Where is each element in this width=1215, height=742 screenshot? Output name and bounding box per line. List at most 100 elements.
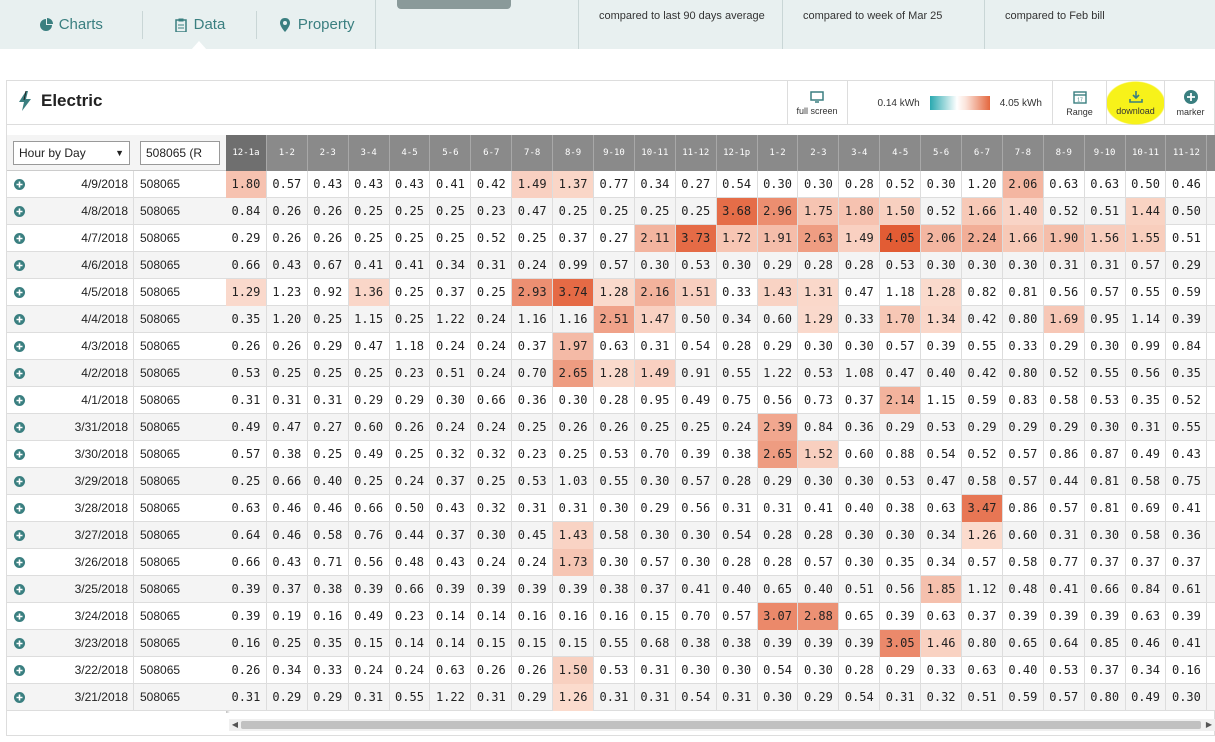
expand-row-icon[interactable]: [7, 684, 31, 711]
expand-row-icon[interactable]: [7, 522, 31, 549]
usage-cell: 0.14: [390, 630, 431, 657]
usage-cell: 0.26: [390, 414, 431, 441]
usage-cell: 0.25: [471, 468, 513, 495]
usage-cell: 0.25: [390, 441, 431, 468]
usage-cell: 0.66: [226, 252, 267, 279]
usage-cell: 0.23: [512, 441, 554, 468]
usage-cell: 0.26: [267, 333, 308, 360]
usage-cell: 0.64: [1044, 630, 1085, 657]
fullscreen-button[interactable]: full screen: [786, 81, 847, 125]
usage-cell: 0.47: [512, 198, 554, 225]
usage-cell: 0.24: [471, 414, 513, 441]
usage-cell: 0.81: [1085, 468, 1126, 495]
usage-cell: 0.24: [430, 414, 472, 441]
usage-cell: 2.11: [634, 225, 676, 252]
usage-cell: 0.28: [839, 657, 881, 684]
view-select[interactable]: Hour by Day ▼: [13, 140, 130, 165]
expand-row-icon[interactable]: [7, 657, 31, 684]
usage-cell: 0.57: [798, 549, 840, 576]
expand-row-icon[interactable]: [7, 171, 31, 198]
marker-button[interactable]: marker: [1164, 81, 1215, 125]
usage-cell: 1.43: [553, 522, 595, 549]
usage-cell: 0.58: [1126, 468, 1167, 495]
tab-property[interactable]: Property: [257, 0, 375, 49]
usage-cell: 0.65: [839, 603, 881, 630]
expand-row-icon[interactable]: [7, 576, 31, 603]
scroll-left-icon[interactable]: ◀: [229, 719, 241, 731]
usage-cell: 2.63: [798, 225, 840, 252]
expand-row-icon[interactable]: [7, 279, 31, 306]
tab-charts[interactable]: Charts: [0, 0, 142, 49]
usage-cell: 0.54: [676, 684, 717, 711]
expand-row-icon[interactable]: [7, 495, 31, 522]
usage-cell: 0.34: [1126, 657, 1167, 684]
hour-header: 1-2: [758, 135, 799, 171]
usage-cell: 0.84: [1126, 576, 1167, 603]
horizontal-scrollbar[interactable]: ◀ ▶: [229, 719, 1215, 731]
usage-cell: 0.30: [676, 657, 717, 684]
expand-row-icon[interactable]: [7, 198, 31, 225]
usage-cell: 0.39: [839, 630, 881, 657]
expand-row-icon[interactable]: [7, 468, 31, 495]
hour-header: 4-5: [880, 135, 922, 171]
usage-cell: 2.65: [553, 360, 595, 387]
usage-cell: 0.38: [308, 576, 349, 603]
usage-cell: 0.37: [512, 333, 554, 360]
expand-row-icon[interactable]: [7, 306, 31, 333]
electric-panel: Electric full screen 0.14 kWh 4.05 kWh 1…: [6, 80, 1215, 736]
usage-cell: 0.39: [921, 333, 963, 360]
usage-cell: 1.52: [798, 441, 840, 468]
usage-cell: 0.46: [1126, 630, 1167, 657]
usage-cell: 1.50: [553, 657, 595, 684]
usage-cell: 0.39: [349, 576, 390, 603]
expand-row-icon[interactable]: [7, 333, 31, 360]
expand-row-icon[interactable]: [7, 225, 31, 252]
usage-cell: 0.56: [349, 549, 390, 576]
meter-select[interactable]: 508065 (R: [140, 140, 220, 165]
scrollbar-thumb[interactable]: [241, 721, 1201, 729]
expand-row-icon[interactable]: [7, 441, 31, 468]
row-meter: 508065: [140, 419, 181, 434]
usage-cell: 0.38: [717, 441, 758, 468]
expand-row-icon[interactable]: [7, 414, 31, 441]
expand-row-icon[interactable]: [7, 360, 31, 387]
row-date: 3/21/2018: [31, 683, 134, 711]
usage-cell: 0.68: [635, 630, 676, 657]
usage-cell: 1.12: [962, 576, 1003, 603]
usage-cell: 0.27: [308, 414, 349, 441]
expand-row-icon[interactable]: [7, 630, 31, 657]
row-date: 3/22/2018: [31, 656, 134, 684]
range-button[interactable]: 17 Range: [1052, 81, 1106, 125]
hour-header: 1-2: [267, 135, 308, 171]
hour-header: 5-6: [921, 135, 963, 171]
usage-cell: 4.05: [880, 225, 922, 252]
usage-cell: 0.29: [880, 657, 922, 684]
row-date: 3/31/2018: [31, 413, 134, 441]
expand-row-icon[interactable]: [7, 549, 31, 576]
usage-cell: 0.34: [430, 252, 472, 279]
usage-cell: 0.76: [349, 522, 390, 549]
usage-cell: 0.30: [471, 522, 513, 549]
usage-cell: 0.31: [594, 684, 635, 711]
expand-row-icon[interactable]: [7, 603, 31, 630]
row-meter: 508065: [140, 527, 181, 542]
expand-row-icon[interactable]: [7, 387, 31, 414]
expand-row-icon[interactable]: [7, 252, 31, 279]
scroll-right-icon[interactable]: ▶: [1203, 719, 1215, 731]
usage-cell: 0.53: [226, 360, 267, 387]
tab-data[interactable]: Data: [143, 0, 257, 50]
usage-cell: 0.25: [676, 414, 717, 441]
usage-cell: 0.33: [308, 657, 349, 684]
usage-cell: 0.31: [471, 252, 513, 279]
usage-cell: 0.95: [635, 387, 676, 414]
usage-cell: 0.37: [553, 225, 595, 252]
top-band: Charts Data Property compared to last 90…: [0, 0, 1215, 50]
row-meter: 508065: [140, 662, 181, 677]
top-gray-button[interactable]: [397, 0, 511, 9]
row-date: 3/30/2018: [31, 440, 134, 468]
usage-cell: 0.57: [1044, 684, 1085, 711]
usage-cell: 1.26: [553, 684, 595, 711]
usage-cell: 0.19: [267, 603, 308, 630]
download-button[interactable]: download: [1106, 81, 1164, 125]
stat-caption: compared to Feb bill: [1005, 10, 1105, 22]
